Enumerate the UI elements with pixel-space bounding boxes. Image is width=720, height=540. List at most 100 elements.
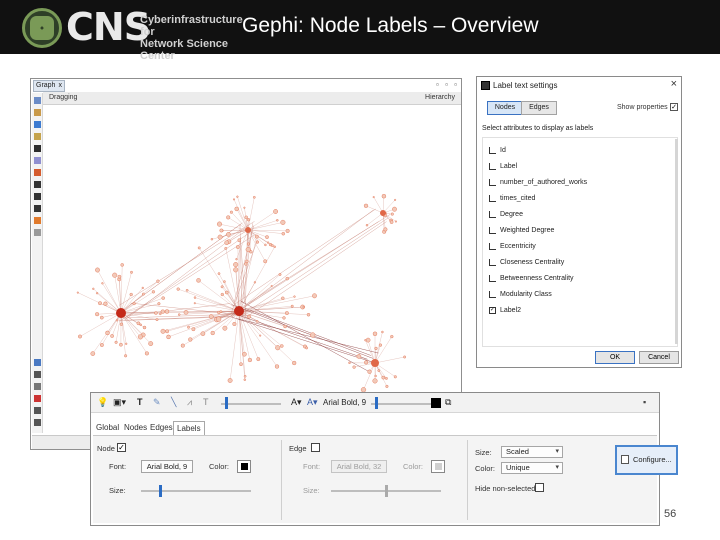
node-label-icon[interactable]: ✎ bbox=[153, 397, 161, 409]
graph-node bbox=[312, 293, 317, 299]
graph-node bbox=[136, 321, 141, 326]
font-icon[interactable] bbox=[34, 419, 41, 426]
node-color-swatch[interactable] bbox=[237, 460, 251, 473]
graph-node bbox=[403, 355, 406, 359]
paint-icon[interactable] bbox=[34, 157, 41, 164]
graph-node bbox=[232, 321, 237, 326]
font-size-decrease-icon[interactable]: A▾ bbox=[291, 397, 302, 409]
graph-node bbox=[285, 228, 290, 233]
node-size-slider-knob[interactable] bbox=[159, 485, 162, 497]
graph-node bbox=[274, 364, 280, 369]
slide-title: Gephi: Node Labels – Overview bbox=[242, 14, 539, 37]
edge-size-slider-knob[interactable] bbox=[385, 485, 388, 497]
reset-icon[interactable] bbox=[34, 383, 41, 390]
attribute-select-icon[interactable]: ⧉ bbox=[445, 397, 451, 409]
toolbar-font-label[interactable]: Arial Bold, 9 bbox=[323, 398, 366, 410]
network-graph-view[interactable] bbox=[43, 105, 461, 435]
graph-node bbox=[105, 330, 110, 336]
hierarchy-button[interactable]: Hierarchy bbox=[425, 94, 455, 101]
graph-node bbox=[389, 220, 394, 224]
text-toggle-icon[interactable]: T bbox=[137, 397, 143, 409]
graph-node bbox=[383, 227, 388, 232]
graph-node bbox=[160, 328, 166, 334]
edge-font-selector[interactable]: Arial Bold, 32 bbox=[331, 460, 387, 473]
node-font-selector[interactable]: Arial Bold, 9 bbox=[141, 460, 193, 473]
toolbar-label-size-slider[interactable] bbox=[371, 403, 431, 405]
lightbulb-icon[interactable]: 💡 bbox=[97, 397, 108, 409]
size-mode-dropdown[interactable]: Scaled ▾ bbox=[501, 446, 563, 458]
nodes-toggle-button[interactable]: Nodes bbox=[487, 101, 523, 115]
graph-node bbox=[237, 238, 242, 242]
label-size-icon[interactable] bbox=[34, 407, 41, 414]
edge-labels-checkbox[interactable] bbox=[311, 443, 320, 452]
graph-node bbox=[267, 241, 270, 244]
graph-node bbox=[191, 327, 196, 332]
ok-button[interactable]: OK bbox=[595, 351, 635, 364]
graph-node bbox=[177, 313, 181, 316]
graph-node bbox=[305, 346, 308, 350]
cancel-button[interactable]: Cancel bbox=[639, 351, 679, 364]
brush-icon[interactable] bbox=[34, 145, 41, 152]
tab-close-icon[interactable]: x bbox=[59, 81, 63, 91]
diffusion-icon[interactable] bbox=[34, 229, 41, 236]
pencil-icon[interactable] bbox=[34, 181, 41, 188]
graph-edge bbox=[363, 362, 376, 390]
graph-node bbox=[281, 231, 286, 236]
edge-pencil-icon[interactable] bbox=[34, 193, 41, 200]
toolbar-label-slider-knob[interactable] bbox=[375, 397, 378, 409]
label-color-icon[interactable] bbox=[34, 395, 41, 402]
lasso-icon[interactable] bbox=[34, 133, 41, 140]
edge-color-swatch[interactable] bbox=[431, 460, 445, 473]
configure-button[interactable]: Configure... bbox=[615, 445, 678, 475]
shortest-path-icon[interactable] bbox=[34, 205, 41, 212]
node-labels-checkbox[interactable]: ✓ bbox=[117, 443, 126, 452]
tab-edges[interactable]: Edges bbox=[147, 421, 176, 435]
graph-node bbox=[263, 259, 268, 264]
graph-node bbox=[234, 206, 239, 212]
graph-node bbox=[210, 330, 215, 336]
attribute-checkbox bbox=[489, 275, 496, 282]
graph-node bbox=[193, 302, 196, 305]
graph-node bbox=[242, 351, 247, 357]
graph-edge bbox=[120, 264, 123, 314]
screenshot-icon[interactable]: ▣▾ bbox=[113, 397, 126, 409]
window-controls[interactable]: ▫ ▫ ▫ bbox=[436, 80, 459, 89]
graph-node bbox=[270, 284, 273, 287]
rectangle-select-icon[interactable] bbox=[34, 121, 41, 128]
font-color-icon[interactable]: A▾ bbox=[307, 397, 318, 409]
heatmap-icon[interactable] bbox=[34, 217, 41, 224]
graph-node bbox=[90, 351, 96, 356]
graph-node bbox=[155, 318, 159, 322]
toolbar-size-slider[interactable] bbox=[221, 403, 281, 405]
panel-menu-icon[interactable]: ▪ bbox=[643, 397, 646, 409]
camera-icon[interactable] bbox=[34, 371, 41, 378]
toolbar-slider-knob[interactable] bbox=[225, 397, 228, 409]
edge-weight-icon[interactable]: ⩘ bbox=[187, 397, 192, 409]
edge-line-icon[interactable]: ╲ bbox=[171, 397, 176, 409]
color-mode-dropdown[interactable]: Unique ▾ bbox=[501, 462, 563, 474]
graph-node bbox=[256, 357, 261, 362]
graph-edge bbox=[232, 313, 368, 360]
graph-node bbox=[117, 274, 122, 279]
select-tool-icon[interactable] bbox=[34, 97, 41, 104]
move-tool-icon[interactable] bbox=[34, 109, 41, 116]
attribute-list-scrollbar[interactable] bbox=[675, 139, 678, 344]
node-size-slider[interactable] bbox=[141, 490, 251, 492]
close-icon[interactable]: × bbox=[671, 78, 677, 90]
tab-global[interactable]: Global bbox=[93, 421, 122, 435]
text-size-icon[interactable]: T bbox=[203, 397, 209, 409]
zoom-icon[interactable] bbox=[34, 359, 41, 366]
graph-node bbox=[255, 320, 259, 323]
tab-graph[interactable]: Graph x bbox=[33, 80, 65, 92]
graph-node bbox=[115, 319, 119, 322]
size-tool-icon[interactable] bbox=[34, 169, 41, 176]
graph-node bbox=[161, 296, 165, 300]
edges-toggle-button[interactable]: Edges bbox=[521, 101, 557, 115]
hide-non-selected-checkbox[interactable] bbox=[535, 483, 544, 492]
label-color-swatch[interactable] bbox=[431, 398, 441, 408]
graph-node bbox=[352, 365, 356, 369]
tab-labels[interactable]: Labels bbox=[173, 421, 205, 435]
tab-nodes[interactable]: Nodes bbox=[121, 421, 150, 435]
graph-node bbox=[259, 334, 262, 337]
show-properties-checkbox[interactable]: ✓ bbox=[670, 103, 678, 111]
